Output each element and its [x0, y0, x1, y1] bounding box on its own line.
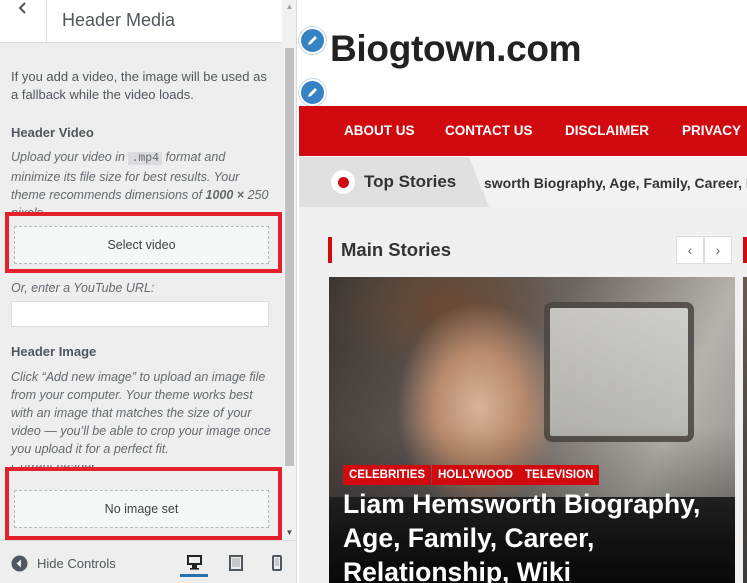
slider-prev-button[interactable]: ‹: [676, 236, 704, 264]
nav-disclaimer[interactable]: DISCLAIMER: [565, 123, 649, 138]
intro-text: If you add a video, the image will be us…: [11, 69, 267, 102]
badge-hollywood[interactable]: HOLLYWOOD: [432, 465, 519, 485]
section-accent-bar: [328, 237, 332, 263]
ticker-title: Top Stories: [364, 172, 457, 191]
scroll-thumb[interactable]: [285, 48, 294, 466]
panel-footer: Hide Controls: [0, 540, 296, 583]
top-stories-ticker: Top Stories sworth Biography, Age, Famil…: [299, 157, 747, 207]
panel-title: Header Media: [62, 10, 176, 30]
nav-about-us[interactable]: ABOUT US: [344, 123, 415, 138]
main-navigation: ABOUT US CONTACT US DISCLAIMER PRIVACY: [299, 106, 747, 156]
chevron-right-icon: ›: [715, 242, 721, 258]
edit-tagline-button[interactable]: [299, 79, 326, 106]
device-mobile-button[interactable]: [263, 549, 291, 577]
hide-controls-icon: [11, 555, 28, 572]
site-preview: Biogtown.com ABOUT US CONTACT US DISCLAI…: [297, 0, 747, 583]
hide-controls-button[interactable]: Hide Controls: [11, 555, 116, 572]
back-button[interactable]: [0, 0, 47, 43]
nav-privacy[interactable]: PRIVACY: [682, 123, 741, 138]
youtube-url-input[interactable]: [11, 301, 269, 327]
mobile-icon: [272, 555, 282, 571]
ticker-headline[interactable]: sworth Biography, Age, Family, Career, R: [484, 175, 747, 191]
panel-header: Header Media: [0, 0, 282, 43]
badge-television[interactable]: TELEVISION: [519, 465, 600, 485]
panel-scrollbar[interactable]: ▲ ▼: [282, 0, 296, 540]
record-icon: [330, 169, 356, 195]
image-description: Click “Add new image” to upload an image…: [11, 370, 271, 456]
edit-site-title-button[interactable]: [299, 27, 326, 54]
badge-celebrities[interactable]: CELEBRITIES: [343, 465, 432, 485]
video-format-code: .mp4: [128, 152, 163, 165]
device-tablet-button[interactable]: [222, 549, 250, 577]
scroll-down-arrow[interactable]: ▼: [282, 526, 296, 540]
desktop-icon: [186, 554, 202, 570]
nav-contact-us[interactable]: CONTACT US: [445, 123, 533, 138]
hero-image-window: [544, 302, 694, 442]
header-image-heading: Header Image: [11, 344, 97, 359]
back-chevron-icon: [18, 2, 26, 14]
hide-controls-label: Hide Controls: [37, 556, 116, 571]
customizer-panel: Header Media If you add a video, the ima…: [0, 0, 297, 583]
slider-next-button[interactable]: ›: [704, 236, 732, 264]
highlight-no-image: [5, 467, 282, 540]
pencil-icon: [308, 36, 317, 45]
chevron-left-icon: ‹: [687, 242, 693, 258]
scroll-up-arrow[interactable]: ▲: [282, 0, 296, 14]
side-section-accent: [743, 237, 747, 263]
side-story-image[interactable]: [743, 277, 747, 583]
video-description: Upload your video in .mp4 format and min…: [11, 150, 269, 212]
site-title[interactable]: Biogtown.com: [330, 28, 582, 70]
device-desktop-button[interactable]: [180, 549, 208, 577]
main-stories-title: Main Stories: [341, 239, 451, 260]
youtube-label: Or, enter a YouTube URL:: [11, 281, 155, 295]
tablet-icon: [229, 555, 243, 571]
highlight-select-video: [5, 212, 282, 273]
pencil-icon: [308, 88, 317, 97]
hero-story-card[interactable]: CELEBRITIES HOLLYWOOD TELEVISION Liam He…: [329, 277, 735, 583]
content-area: Main Stories ‹ › CELEBRITIES HOLLYWOOD T…: [299, 207, 747, 583]
header-video-heading: Header Video: [11, 125, 94, 140]
hero-story-title[interactable]: Liam Hemsworth Biography, Age, Family, C…: [343, 487, 723, 583]
